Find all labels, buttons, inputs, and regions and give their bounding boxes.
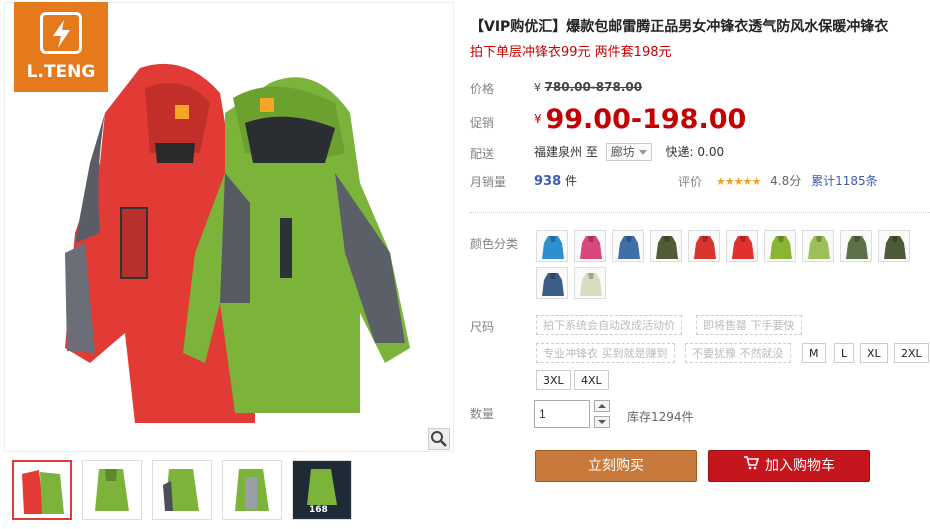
color-swatch-3[interactable] (612, 230, 644, 262)
stock-count: 库存1294件 (627, 410, 694, 424)
color-swatch-11[interactable] (536, 267, 568, 299)
add-to-cart-label: 加入购物车 (765, 458, 835, 474)
brand-logo-text: L.TENG (26, 62, 96, 82)
quantity-decrease-button[interactable] (594, 416, 610, 428)
product-gallery: L.TENG 168 (0, 0, 458, 529)
quantity-increase-button[interactable] (594, 400, 610, 412)
color-swatch-9[interactable] (840, 230, 872, 262)
size-option-l[interactable]: L (834, 343, 855, 363)
color-label: 颜色分类 (470, 237, 519, 251)
jacket-icon (884, 236, 906, 259)
size-option-4xl[interactable]: 4XL (574, 370, 609, 390)
brand-logo: L.TENG (14, 2, 108, 92)
quantity-label: 数量 (470, 407, 495, 421)
quantity-input[interactable] (534, 400, 590, 428)
jacket-icon (542, 273, 564, 296)
promo-price-value: 99.00-198.00 (545, 104, 747, 135)
original-price: ¥ 780.00-878.00 (534, 80, 642, 94)
thumbnail-2[interactable] (82, 460, 142, 520)
color-swatch-2[interactable] (574, 230, 606, 262)
original-price-value: 780.00-878.00 (544, 80, 643, 94)
jacket-icon (656, 236, 678, 259)
size-option-disabled: 不要犹豫 不然就没 (685, 343, 791, 363)
shopping-cart-icon (743, 451, 760, 481)
rating: ★★★★★ 4.8分 累计1185条 (716, 172, 878, 189)
ship-to-word: 至 (585, 145, 598, 159)
buy-now-button[interactable]: 立刻购买 (535, 450, 697, 482)
color-swatch-1[interactable] (536, 230, 568, 262)
size-option-disabled: 拍下系统会自动改成活动价 (536, 315, 682, 335)
product-subtitle: 拍下单层冲锋衣99元 两件套198元 (470, 45, 672, 60)
monthly-sales-unit: 件 (564, 174, 577, 188)
size-option-disabled: 即将售罄 下手要快 (696, 315, 802, 335)
jacket-icon (580, 273, 602, 296)
jacket-icon (846, 236, 868, 259)
jacket-icon (808, 236, 830, 259)
jacket-icon (770, 236, 792, 259)
lightning-bolt-icon (40, 12, 82, 54)
destination-value: 廊坊 (610, 145, 635, 159)
price-label: 价格 (470, 82, 495, 96)
color-swatch-5[interactable] (688, 230, 720, 262)
add-to-cart-button[interactable]: 加入购物车 (708, 450, 870, 482)
thumbnail-4[interactable] (222, 460, 282, 520)
promo-currency-symbol: ¥ (534, 112, 542, 126)
chevron-up-icon (598, 404, 606, 408)
destination-select[interactable]: 廊坊 (605, 143, 652, 161)
monthly-sales-count: 938 (534, 174, 562, 189)
promo-label: 促销 (470, 116, 495, 130)
chevron-down-icon (598, 420, 606, 424)
monthly-sales: 938 件 (534, 172, 577, 189)
ship-from: 福建泉州 (534, 145, 583, 159)
size-option-xl[interactable]: XL (860, 343, 888, 363)
jacket-icon (580, 236, 602, 259)
size-label: 尺码 (470, 320, 495, 334)
divider (470, 212, 930, 213)
shipping-fee: 快递: 0.00 (665, 145, 725, 159)
zoom-icon[interactable] (428, 428, 450, 450)
product-title: 【VIP购优汇】爆款包邮雷腾正品男女冲锋衣透气防风水保暖冲锋衣 (470, 19, 889, 35)
color-swatch-7[interactable] (764, 230, 796, 262)
shipping-row: 福建泉州 至 廊坊 快递: 0.00 (534, 143, 724, 161)
color-swatch-6[interactable] (726, 230, 758, 262)
review-count-link[interactable]: 累计1185条 (811, 174, 878, 188)
thumbnail-1[interactable] (12, 460, 72, 520)
thumbnail-5[interactable]: 168 (292, 460, 352, 520)
star-rating-icon: ★★★★★ (716, 175, 761, 188)
jacket-icon (618, 236, 640, 259)
currency-symbol: ¥ (534, 81, 541, 94)
rating-label: 评价 (678, 175, 703, 189)
size-option-3xl[interactable]: 3XL (536, 370, 571, 390)
jacket-icon (732, 236, 754, 259)
color-swatch-10[interactable] (878, 230, 910, 262)
size-option-disabled: 专业冲锋衣 买到就是赚到 (536, 343, 675, 363)
size-option-m[interactable]: M (802, 343, 826, 363)
chevron-down-icon (638, 150, 647, 155)
color-swatch-8[interactable] (802, 230, 834, 262)
jacket-icon (694, 236, 716, 259)
thumbnail-strip: 168 (12, 460, 352, 522)
jacket-icon (542, 236, 564, 259)
promo-price: ¥ 99.00-198.00 (534, 104, 746, 135)
rating-score: 4.8分 (770, 174, 802, 188)
thumbnail-price-text: 168 (309, 505, 328, 515)
size-option-2xl[interactable]: 2XL (894, 343, 929, 363)
product-info-panel: 【VIP购优汇】爆款包邮雷腾正品男女冲锋衣透气防风水保暖冲锋衣 拍下单层冲锋衣9… (470, 0, 930, 529)
monthly-sales-label: 月销量 (470, 175, 507, 189)
color-swatch-4[interactable] (650, 230, 682, 262)
color-swatch-12[interactable] (574, 267, 606, 299)
shipping-label: 配送 (470, 147, 495, 161)
thumbnail-3[interactable] (152, 460, 212, 520)
